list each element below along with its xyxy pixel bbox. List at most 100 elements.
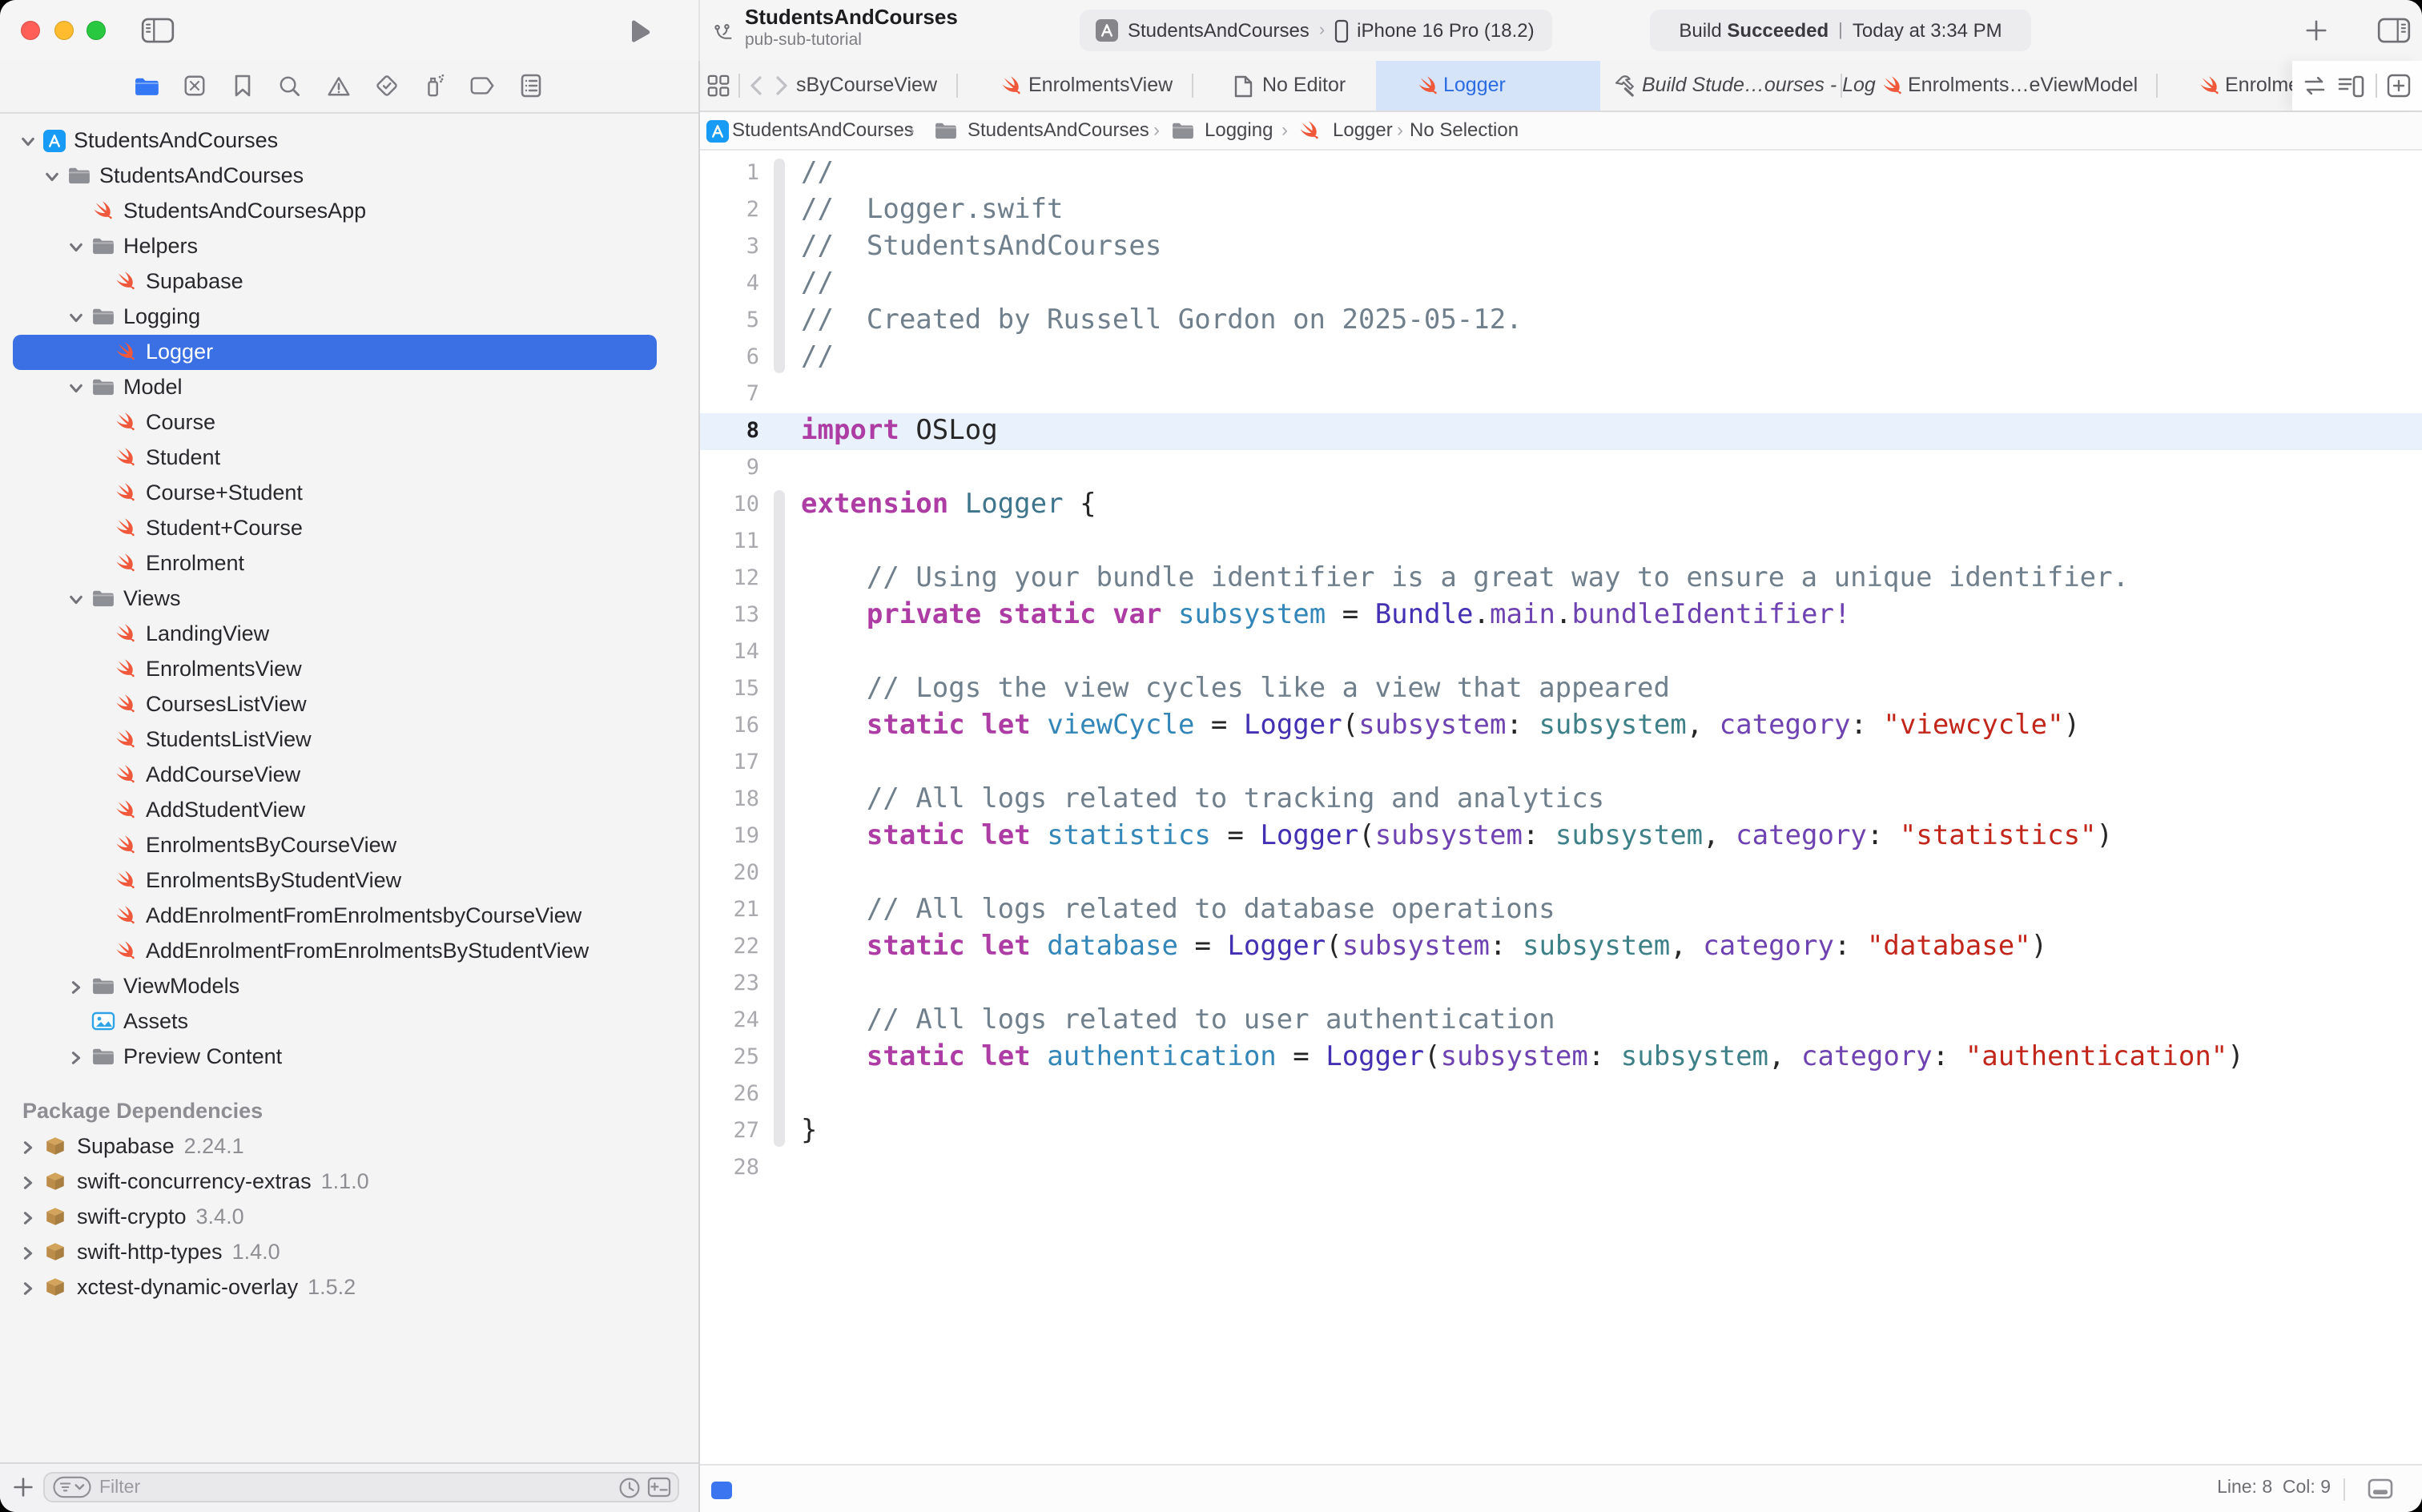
code-line[interactable]: 17	[700, 745, 2422, 782]
line-number[interactable]: 19	[700, 818, 759, 855]
code-line[interactable]: 14	[700, 634, 2422, 671]
disclosure-triangle-icon[interactable]	[21, 134, 35, 148]
line-number[interactable]: 16	[700, 708, 759, 745]
code-line[interactable]: 15 // Logs the view cycles like a view t…	[700, 671, 2422, 708]
source-control-navigator-icon[interactable]	[173, 61, 215, 111]
line-number[interactable]: 25	[700, 1040, 759, 1076]
reports-navigator-icon[interactable]	[509, 61, 551, 111]
line-number[interactable]: 14	[700, 634, 759, 671]
code-line[interactable]: 8import OSLog	[700, 413, 2422, 450]
line-number[interactable]: 8	[700, 413, 759, 450]
disclosure-triangle-icon[interactable]	[21, 1140, 35, 1154]
tree-item[interactable]: AddEnrolmentFromEnrolmentsbyCourseView	[0, 899, 698, 934]
line-number[interactable]: 5	[700, 303, 759, 340]
line-number[interactable]: 4	[700, 266, 759, 303]
tree-item[interactable]: AddStudentView	[0, 793, 698, 828]
breadcrumb-item[interactable]: StudentsAndCourses	[968, 112, 1149, 149]
swap-editor-icon[interactable]	[2302, 61, 2327, 111]
line-number[interactable]: 22	[700, 929, 759, 966]
code-line[interactable]: 13 private static var subsystem = Bundle…	[700, 597, 2422, 634]
code-line[interactable]: 5// Created by Russell Gordon on 2025-05…	[700, 303, 2422, 340]
filter-field[interactable]	[43, 1472, 679, 1502]
adjust-editor-icon[interactable]	[2368, 1478, 2393, 1499]
line-number[interactable]: 7	[700, 376, 759, 413]
code-line[interactable]: 1//	[700, 155, 2422, 192]
tree-item[interactable]: AddEnrolmentFromEnrolmentsByStudentView	[0, 934, 698, 969]
minimize-window-button[interactable]	[54, 21, 73, 40]
code-line[interactable]: 26	[700, 1076, 2422, 1113]
toggle-left-sidebar-button[interactable]	[141, 18, 175, 43]
line-number[interactable]: 28	[700, 1150, 759, 1187]
code-line[interactable]: 27}	[700, 1113, 2422, 1150]
tree-item[interactable]: Helpers	[0, 229, 698, 264]
disclosure-triangle-icon[interactable]	[69, 1050, 83, 1064]
code-line[interactable]: 25 static let authentication = Logger(su…	[700, 1040, 2422, 1076]
breakpoints-navigator-icon[interactable]	[461, 61, 503, 111]
code-line[interactable]: 12 // Using your bundle identifier is a …	[700, 561, 2422, 597]
close-window-button[interactable]	[21, 21, 40, 40]
breadcrumb-item[interactable]: Logger	[1333, 112, 1393, 149]
line-number[interactable]: 2	[700, 192, 759, 229]
code-line[interactable]: 16 static let viewCycle = Logger(subsyst…	[700, 708, 2422, 745]
tree-item[interactable]: StudentsAndCourses	[0, 123, 698, 159]
filter-scope-icon[interactable]	[647, 1477, 671, 1498]
tree-item[interactable]: Student	[0, 440, 698, 476]
tree-item[interactable]: Supabase	[0, 264, 698, 300]
tree-item[interactable]: StudentsAndCourses	[0, 159, 698, 194]
code-line[interactable]: 22 static let database = Logger(subsyste…	[700, 929, 2422, 966]
package-item[interactable]: swift-crypto3.4.0	[0, 1200, 698, 1235]
scheme-name[interactable]: StudentsAndCourses	[1128, 19, 1310, 42]
code-line[interactable]: 24 // All logs related to user authentic…	[700, 1003, 2422, 1040]
code-line[interactable]: 19 static let statistics = Logger(subsys…	[700, 818, 2422, 855]
breadcrumb-item[interactable]: Logging	[1205, 112, 1273, 149]
breadcrumb-item[interactable]: StudentsAndCourses	[732, 112, 914, 149]
run-destination[interactable]: iPhone 16 Pro (18.2)	[1357, 19, 1535, 42]
tree-item[interactable]: EnrolmentsByCourseView	[0, 828, 698, 863]
go-forward-icon[interactable]	[775, 61, 788, 111]
code-editor[interactable]: 1//2// Logger.swift3// StudentsAndCourse…	[700, 151, 2422, 1464]
tests-navigator-icon[interactable]	[365, 61, 407, 111]
disclosure-triangle-icon[interactable]	[69, 310, 83, 324]
code-line[interactable]: 2// Logger.swift	[700, 192, 2422, 229]
find-navigator-icon[interactable]	[269, 61, 311, 111]
add-editor-icon[interactable]	[2387, 61, 2411, 111]
tree-item[interactable]: Enrolment	[0, 546, 698, 581]
tree-item[interactable]: EnrolmentsByStudentView	[0, 863, 698, 899]
line-number[interactable]: 20	[700, 855, 759, 892]
disclosure-triangle-icon[interactable]	[69, 380, 83, 395]
filter-input[interactable]	[93, 1478, 618, 1497]
tree-item[interactable]: Course+Student	[0, 476, 698, 511]
run-button[interactable]	[630, 19, 650, 43]
code-line[interactable]: 10extension Logger {	[700, 487, 2422, 524]
code-line[interactable]: 9	[700, 450, 2422, 487]
line-number[interactable]: 13	[700, 597, 759, 634]
project-navigator-icon[interactable]	[125, 61, 167, 111]
editor-tab[interactable]: Logger	[1443, 61, 1506, 111]
add-button-toolbar[interactable]	[2305, 19, 2327, 42]
tree-item[interactable]: StudentsListView	[0, 722, 698, 758]
tree-item[interactable]: ViewModels	[0, 969, 698, 1004]
line-number[interactable]: 27	[700, 1113, 759, 1150]
tree-item[interactable]: LandingView	[0, 617, 698, 652]
line-number[interactable]: 12	[700, 561, 759, 597]
package-item[interactable]: swift-http-types1.4.0	[0, 1235, 698, 1270]
line-number[interactable]: 9	[700, 450, 759, 487]
tree-item[interactable]: Student+Course	[0, 511, 698, 546]
editor-tab[interactable]: Enrolme	[2225, 61, 2299, 111]
tree-item[interactable]: Logger	[0, 335, 698, 370]
code-line[interactable]: 11	[700, 524, 2422, 561]
go-back-icon[interactable]	[750, 61, 762, 111]
line-number[interactable]: 10	[700, 487, 759, 524]
line-number[interactable]: 23	[700, 966, 759, 1003]
line-number[interactable]: 1	[700, 155, 759, 192]
code-line[interactable]: 6//	[700, 340, 2422, 376]
line-number[interactable]: 3	[700, 229, 759, 266]
disclosure-triangle-icon[interactable]	[69, 592, 83, 606]
tree-item[interactable]: Course	[0, 405, 698, 440]
disclosure-triangle-icon[interactable]	[21, 1210, 35, 1224]
tree-item[interactable]: CoursesListView	[0, 687, 698, 722]
tree-item[interactable]: EnrolmentsView	[0, 652, 698, 687]
package-item[interactable]: swift-concurrency-extras1.1.0	[0, 1164, 698, 1200]
activity-status[interactable]: Build Succeeded | Today at 3:34 PM	[1650, 10, 2031, 51]
disclosure-triangle-icon[interactable]	[21, 1175, 35, 1189]
